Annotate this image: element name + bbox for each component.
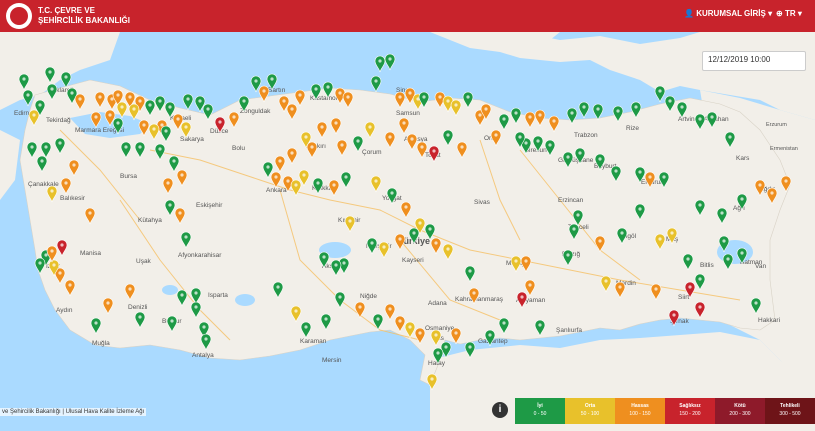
language-menu[interactable]: ⊕ TR ▾ xyxy=(776,9,802,18)
city-label: Adana xyxy=(428,300,447,307)
city-label: Şanlıurfa xyxy=(556,327,582,334)
city-label: Afyonkarahisar xyxy=(178,252,222,259)
city-label: Bursa xyxy=(120,173,137,180)
legend-item: Orta 50 - 100 xyxy=(565,398,615,424)
footer-credit: ve Şehircilik Bakanlığı | Ulusal Hava Ka… xyxy=(0,408,147,416)
legend-item: Sağlıksız 150 - 200 xyxy=(665,398,715,424)
air-quality-map[interactable]: Türkiye EdirneKırklareliTekirdağMarmara … xyxy=(0,0,815,431)
city-label: Eskişehir xyxy=(196,202,223,209)
city-label: Çorum xyxy=(362,149,382,156)
city-label: Samsun xyxy=(396,110,420,117)
city-label: Ankara xyxy=(266,187,287,194)
city-label: Erzincan xyxy=(558,197,584,204)
city-label: Kahramanmaraş xyxy=(455,296,504,303)
user-icon: 👤 xyxy=(684,9,694,18)
legend-item: Kötü 200 - 300 xyxy=(715,398,765,424)
city-label: Manisa xyxy=(80,250,101,257)
city-label: Siirt xyxy=(678,294,689,301)
city-label: Mersin xyxy=(322,357,342,364)
city-label: Tekirdağ xyxy=(46,117,71,124)
city-label: Trabzon xyxy=(574,132,598,139)
city-label: Denizli xyxy=(128,304,148,311)
city-label: Bartın xyxy=(268,87,286,94)
region-label: Ermenistan xyxy=(770,146,798,152)
city-label: Bitlis xyxy=(700,262,714,269)
brand-title[interactable]: T.C. ÇEVRE VE ŞEHİRCİLİK BAKANLIĞI xyxy=(38,6,130,26)
city-label: Aydın xyxy=(56,307,73,314)
city-label: Kütahya xyxy=(138,217,162,224)
city-label: Hakkari xyxy=(758,317,780,324)
region-label: Erzurum xyxy=(766,122,787,128)
legend-item: Tehlikeli 300 - 500 xyxy=(765,398,815,424)
city-label: Antalya xyxy=(192,352,214,359)
legend-item: Hassas 100 - 150 xyxy=(615,398,665,424)
caret-down-icon: ▾ xyxy=(768,9,773,18)
date-value: 12/12/2019 10:00 xyxy=(708,55,771,64)
aqi-legend: İyi 0 - 50 Orta 50 - 100 Hassas 100 - 150 Sağl… xyxy=(515,398,815,424)
city-label: Kayseri xyxy=(402,257,424,264)
city-label: Balıkesir xyxy=(60,195,86,202)
info-icon[interactable]: i xyxy=(492,402,508,418)
city-label: Osmaniye xyxy=(425,325,455,332)
city-label: Sakarya xyxy=(180,136,204,143)
caret-down-icon: ▾ xyxy=(797,9,802,18)
ministry-logo[interactable] xyxy=(6,3,32,29)
city-label: Niğde xyxy=(360,293,377,300)
globe-icon: ⊕ xyxy=(776,9,783,18)
city-label: Rize xyxy=(626,125,639,132)
city-label: Bolu xyxy=(232,145,245,152)
city-label: Artvin xyxy=(678,116,695,123)
legend-item: İyi 0 - 50 xyxy=(515,398,565,424)
city-label: Kars xyxy=(736,155,750,162)
city-label: Uşak xyxy=(136,258,152,265)
kurumsal-giris-menu[interactable]: 👤 KURUMSAL GİRİŞ ▾ xyxy=(684,9,772,18)
city-label: Muğla xyxy=(92,340,110,347)
city-label: Isparta xyxy=(208,292,228,299)
city-label: Karaman xyxy=(300,338,327,345)
header-bar: T.C. ÇEVRE VE ŞEHİRCİLİK BAKANLIĞI 👤 KUR… xyxy=(0,0,815,32)
city-label: Sivas xyxy=(474,199,491,206)
